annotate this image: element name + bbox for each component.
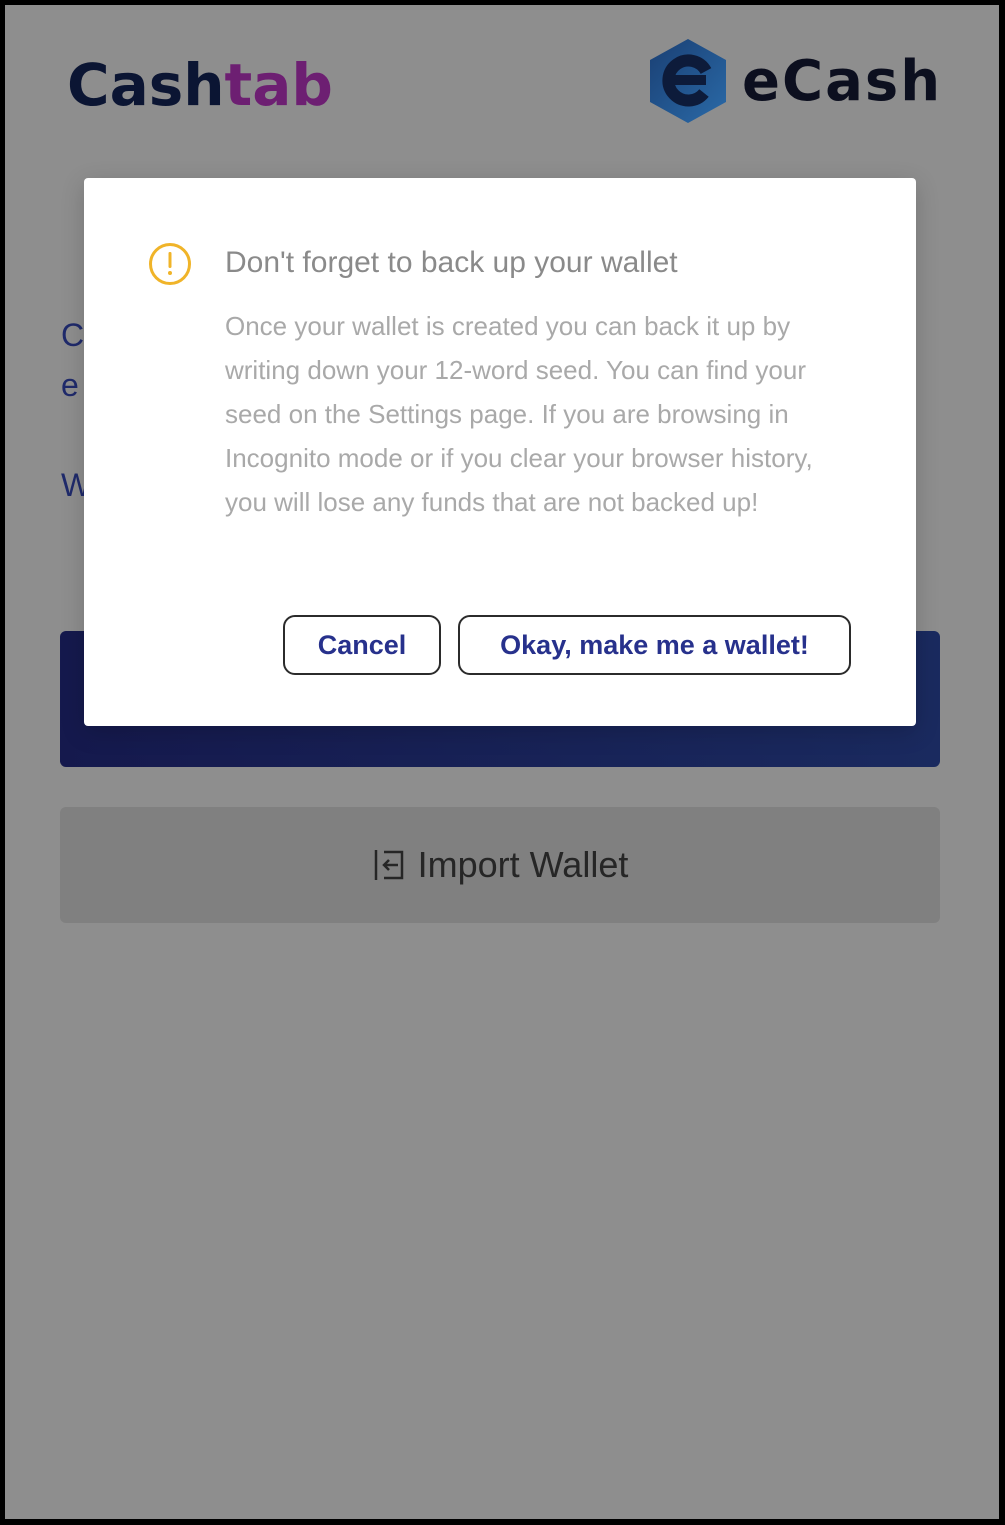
exclamation-circle-icon (148, 242, 192, 291)
backup-warning-modal: Don't forget to back up your wallet Once… (84, 178, 916, 726)
brand-tab-text: tab (224, 51, 333, 119)
import-wallet-label: Import Wallet (417, 844, 629, 885)
ecash-logo: eCash (648, 37, 942, 125)
confirm-create-wallet-button[interactable]: Okay, make me a wallet! (458, 615, 851, 675)
ecash-label: eCash (742, 48, 943, 114)
modal-body: Once your wallet is created you can back… (225, 311, 813, 517)
cancel-button[interactable]: Cancel (283, 615, 441, 675)
modal-title: Don't forget to back up your wallet (225, 246, 678, 279)
app-frame: Cashtab eCash C e W Import Wallet Don't … (5, 5, 999, 1519)
import-wallet-button[interactable]: Import Wallet (60, 807, 940, 923)
brand-cash-text: Cash (67, 51, 225, 119)
ecash-hexagon-icon (650, 39, 726, 123)
import-icon (372, 848, 406, 882)
cashtab-logo: Cashtab (67, 45, 333, 125)
background-text-2: e (61, 367, 79, 403)
background-text-1: C (61, 317, 85, 353)
